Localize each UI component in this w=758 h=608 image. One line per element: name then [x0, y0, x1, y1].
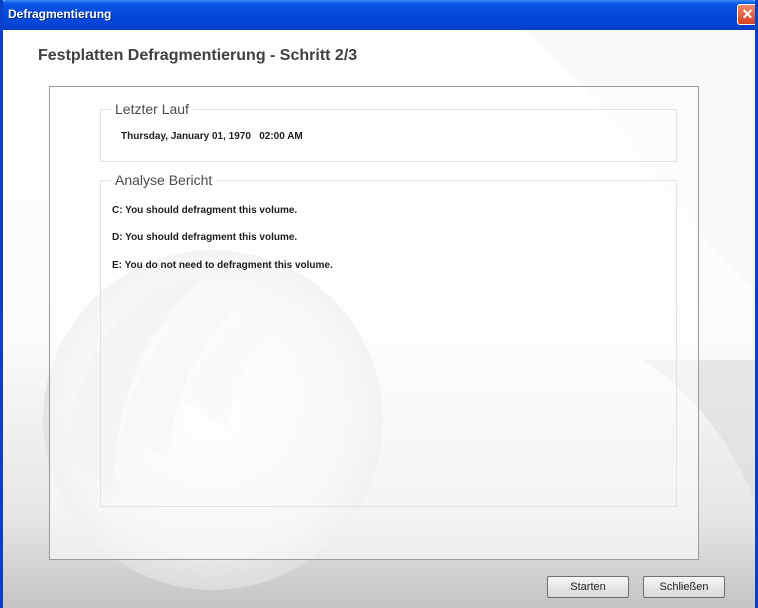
last-run-group: Letzter Lauf Thursday, January 01, 1970 …	[100, 101, 677, 162]
analysis-report-legend: Analyse Bericht	[111, 172, 217, 188]
close-button[interactable]: Schließen	[643, 576, 725, 598]
analysis-report-group: Analyse Bericht C: You should defragment…	[100, 172, 677, 507]
close-window-button[interactable]: ✕	[737, 4, 755, 25]
report-line-e: E: You do not need to defragment this vo…	[112, 260, 333, 271]
content-panel: Letzter Lauf Thursday, January 01, 1970 …	[49, 86, 699, 560]
report-line-d: D: You should defragment this volume.	[112, 232, 298, 243]
window-title: Defragmentierung	[8, 7, 112, 21]
last-run-legend: Letzter Lauf	[111, 101, 193, 117]
report-line-c: C: You should defragment this volume.	[112, 205, 298, 216]
last-run-date: Thursday, January 01, 1970 02:00 AM	[121, 131, 303, 142]
page-title: Festplatten Defragmentierung - Schritt 2…	[38, 47, 358, 64]
close-icon: ✕	[741, 6, 754, 22]
start-button[interactable]: Starten	[547, 576, 629, 598]
dialog-window: Defragmentierung ✕ Festplatten Defragmen…	[0, 0, 758, 608]
title-bar[interactable]: Defragmentierung ✕	[3, 0, 755, 30]
